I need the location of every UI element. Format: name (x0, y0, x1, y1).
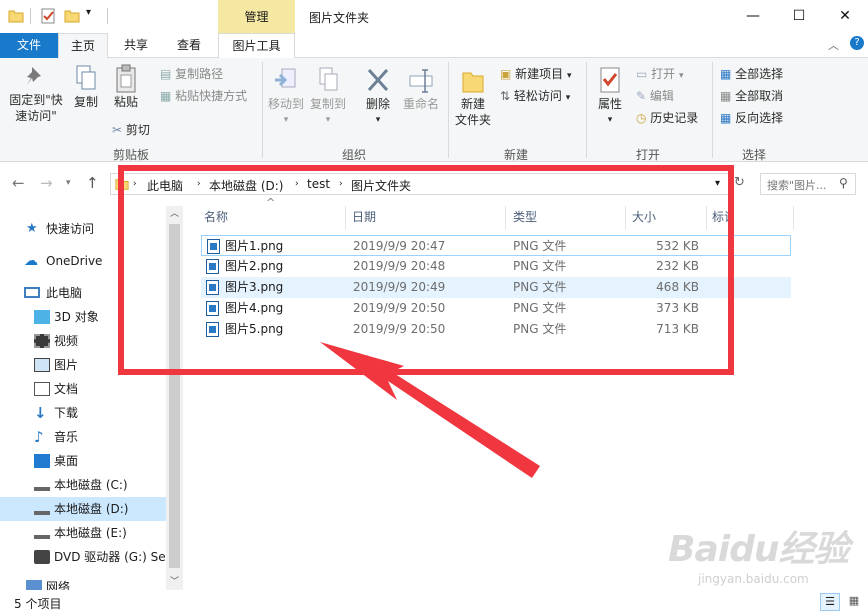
baidu-jingyan-watermark-logo: Baidu经验 (668, 529, 849, 570)
watermark-url: jingyan.baidu.com (698, 572, 809, 586)
details-view-icon[interactable]: ☰ (820, 593, 840, 611)
status-bar: 5 个项目 ☰ ▦ (0, 590, 868, 614)
item-count: 5 个项目 (14, 597, 62, 611)
large-icons-view-icon[interactable]: ▦ (844, 593, 864, 611)
